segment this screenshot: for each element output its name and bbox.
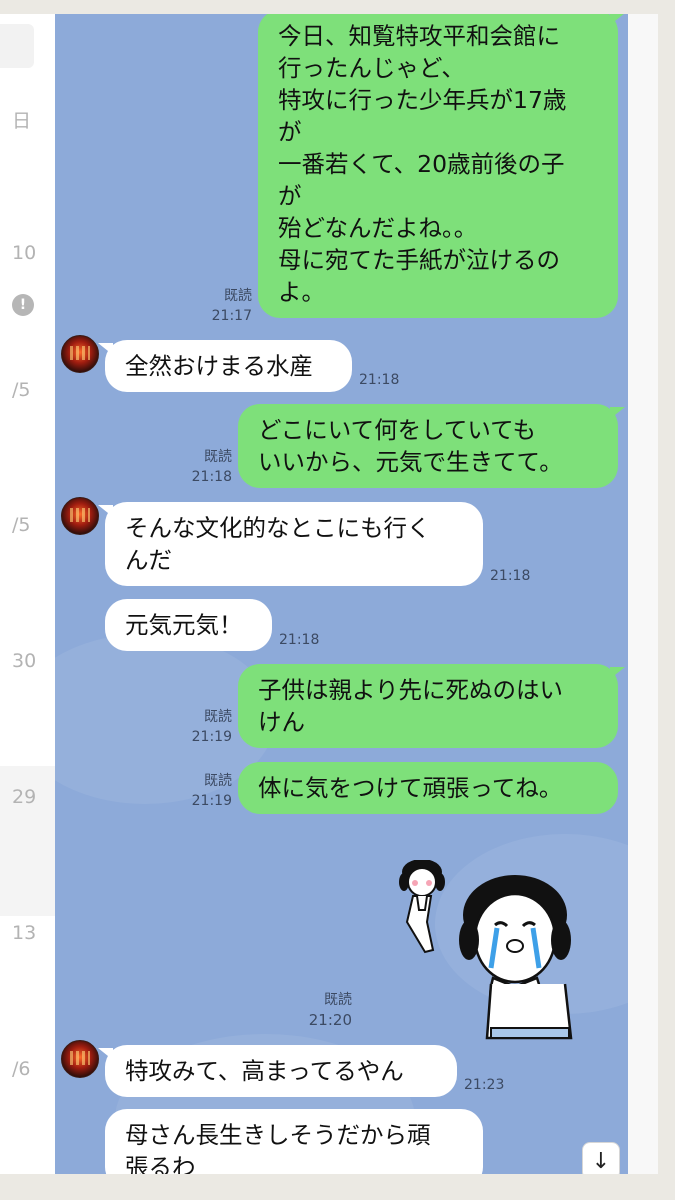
my-message-bubble[interactable]: 今日、知覧特攻平和会館に 行ったんじゃど、 特攻に行った少年兵が17歳 が 一番… [258, 14, 625, 318]
chat-list-date[interactable]: 29 [12, 786, 36, 808]
message-meta: 既読 21:19 [180, 771, 232, 811]
message-meta: 既読 21:17 [200, 286, 252, 326]
message-time: 21:18 [191, 469, 232, 485]
chat-list-date[interactable]: 日 [12, 106, 31, 133]
sender-avatar[interactable] [61, 497, 99, 535]
their-message-bubble[interactable]: 特攻みて、高まってるやん [98, 1045, 457, 1097]
chat-list-date[interactable]: /5 [12, 514, 31, 536]
crying-girl-sticker[interactable] [395, 860, 590, 1045]
scrollbar-track[interactable] [628, 14, 658, 1174]
big-girl-figure [459, 875, 573, 1040]
message-time: 21:19 [191, 793, 232, 809]
message-time: 21:18 [279, 632, 320, 648]
their-message-bubble[interactable]: そんな文化的なとこにも行く んだ [98, 502, 483, 586]
message-meta: 既読 21:18 [180, 447, 232, 487]
chat-list-date[interactable]: 13 [12, 922, 36, 944]
my-message-bubble[interactable]: 体に気をつけて頑張ってね。 [238, 762, 618, 814]
message-time: 21:18 [490, 568, 531, 584]
message-time: 21:18 [359, 372, 400, 388]
message-meta: 既読 21:19 [180, 707, 232, 747]
message-time: 21:20 [308, 1011, 352, 1029]
their-message-bubble[interactable]: 元気元気！ [105, 599, 272, 651]
chat-list-pane: 日 10 ! /5 /5 30 29 13 /6 [0, 14, 55, 1174]
chat-list-date[interactable]: 10 [12, 242, 36, 264]
scroll-down-button[interactable]: ↓ [582, 1142, 620, 1174]
read-receipt: 既読 [224, 288, 252, 304]
arrow-down-icon: ↓ [591, 1148, 611, 1174]
my-message-bubble[interactable]: どこにいて何をしていても いいから、元気で生きてて。 [238, 404, 625, 488]
chat-list-date[interactable]: /6 [12, 1058, 31, 1080]
read-receipt: 既読 [204, 773, 232, 789]
message-meta: 既読 21:20 [300, 990, 352, 1030]
chat-list-date[interactable]: /5 [12, 379, 31, 401]
chat-list-date[interactable]: 30 [12, 650, 36, 672]
read-receipt: 既読 [324, 992, 352, 1008]
read-receipt: 既読 [204, 709, 232, 725]
read-receipt: 既読 [204, 449, 232, 465]
message-time: 21:19 [191, 729, 232, 745]
sender-avatar[interactable] [61, 1040, 99, 1078]
their-message-bubble[interactable]: 全然おけまる水産 [98, 340, 352, 392]
small-girl-figure [399, 860, 445, 954]
app-window: 日 10 ! /5 /5 30 29 13 /6 今日、知覧特攻平和会館に 行っ… [0, 14, 658, 1174]
their-message-bubble[interactable]: 母さん長生きしそうだから頑 張るわ [105, 1109, 483, 1174]
sender-avatar[interactable] [61, 335, 99, 373]
message-time: 21:17 [211, 308, 252, 324]
message-time: 21:23 [464, 1077, 505, 1093]
my-message-bubble[interactable]: 子供は親より先に死ぬのはい けん [238, 664, 625, 748]
menu-button[interactable] [0, 24, 34, 68]
alert-icon: ! [12, 294, 34, 316]
